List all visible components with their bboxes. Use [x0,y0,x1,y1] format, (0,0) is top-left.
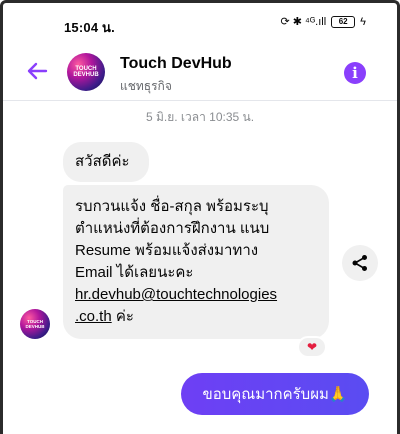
message-text: ขอบคุณมากครับผม🙏 [202,386,348,403]
status-time: 15:04 น. [64,20,115,35]
signal-icons: ⟳ ✱ ⁴ᴳ.ıll [280,16,327,28]
sender-avatar[interactable]: TOUCH DEVHUB [20,309,50,339]
battery-level: 62 [338,17,348,26]
contact-subtitle: แชทธุรกิจ [120,79,172,93]
status-icons: ⟳ ✱ ⁴ᴳ.ıll 62 ϟ [280,15,366,28]
incoming-message[interactable]: รบกวนแจ้ง ชื่อ-สกุล พร้อมระบุ ตำแหน่งที่… [63,185,329,339]
message-text: ค่ะ [111,308,134,325]
back-arrow-icon[interactable] [24,58,50,84]
charging-icon: ϟ [360,15,366,28]
message-text-line: รบกวนแจ้ง ชื่อ-สกุล พร้อมระบุ [75,198,269,215]
info-button[interactable]: i [344,62,366,84]
share-icon [352,255,367,271]
avatar-logo-text: DEVHUB [25,324,45,329]
contact-name[interactable]: Touch DevHub [120,55,232,73]
battery-icon: 62 [331,15,356,28]
message-text-line: Email ได้เลยนะคะ [75,264,194,281]
contact-avatar[interactable]: TOUCH DEVHUB [67,53,105,91]
message-text: สวัสดีค่ะ [75,153,130,170]
heart-reaction[interactable]: ❤ [297,336,327,358]
message-text-line: Resume พร้อมแจ้งส่งมาทาง [75,242,259,259]
email-link[interactable]: .co.th [75,308,112,325]
outgoing-message[interactable]: ขอบคุณมากครับผม🙏 [181,373,369,415]
heart-icon: ❤ [306,340,318,354]
avatar-logo-text: DEVHUB [73,72,99,78]
incoming-message[interactable]: สวัสดีค่ะ [63,142,149,182]
email-link[interactable]: hr.devhub@touchtechnologies [75,286,277,303]
info-icon: i [352,64,358,82]
header-divider [3,100,397,101]
chat-header: TOUCH DEVHUB Touch DevHub แชทธุรกิจ i [0,44,400,100]
share-button[interactable] [342,245,378,281]
message-text-line: ตำแหน่งที่ต้องการฝึกงาน แนบ [75,220,270,237]
status-bar: 15:04 น. ⟳ ✱ ⁴ᴳ.ıll 62 ϟ [0,0,400,44]
chat-timestamp: 5 มิ.ย. เวลา 10:35 น. [145,110,255,124]
